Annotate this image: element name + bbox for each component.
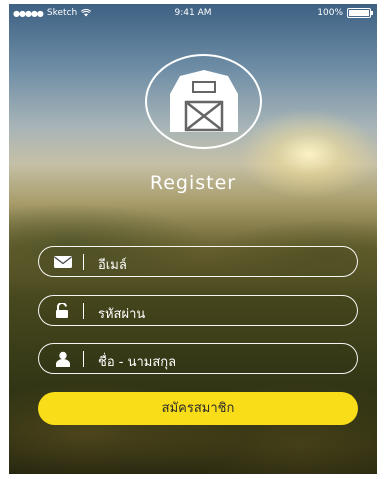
- status-bar: ●●●●● Sketch 9:41 AM 100%: [9, 4, 377, 24]
- status-right: 100%: [317, 8, 373, 18]
- field-divider: [83, 254, 84, 270]
- battery-percent: 100%: [317, 8, 343, 18]
- unlock-icon: [56, 303, 68, 318]
- register-button[interactable]: สมัครสมาชิก: [38, 392, 358, 425]
- page-title: Register: [149, 172, 237, 194]
- email-field[interactable]: อีเมล์: [38, 246, 358, 277]
- barn-icon: [170, 70, 238, 132]
- name-placeholder: ชื่อ - นามสกุล: [98, 355, 177, 370]
- battery-icon: [347, 8, 373, 18]
- password-placeholder: รหัสผ่าน: [98, 307, 146, 322]
- logo: [145, 54, 262, 149]
- name-field[interactable]: ชื่อ - นามสกุล: [38, 343, 358, 374]
- user-icon: [56, 351, 70, 367]
- field-divider: [83, 303, 84, 319]
- mail-icon: [54, 256, 72, 268]
- password-field[interactable]: รหัสผ่าน: [38, 295, 358, 326]
- app-screen: ●●●●● Sketch 9:41 AM 100% Register อีเมล…: [9, 4, 377, 474]
- field-divider: [83, 351, 84, 367]
- email-placeholder: อีเมล์: [98, 258, 127, 273]
